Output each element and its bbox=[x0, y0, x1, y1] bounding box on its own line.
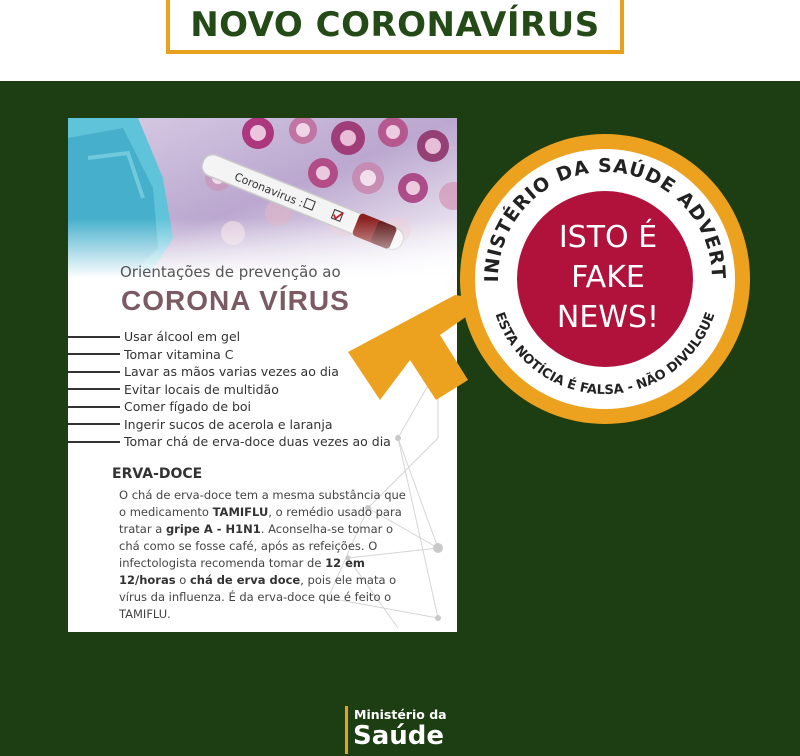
list-item: Evitar locais de multidão bbox=[68, 381, 391, 399]
stamp-message: ISTO É FAKE NEWS! bbox=[556, 220, 660, 335]
post-heading: CORONA VÍRUS bbox=[121, 285, 350, 316]
virus-photo: Coronavirus : bbox=[68, 118, 457, 278]
list-item: Tomar chá de erva-doce duas vezes ao dia bbox=[68, 433, 391, 451]
list-item: Comer fígado de boi bbox=[68, 398, 391, 416]
page-title: NOVO CORONAVÍRUS bbox=[190, 5, 600, 45]
logo-big-text: Saúde bbox=[353, 721, 445, 751]
post-subtitle: Orientações de prevenção ao bbox=[120, 263, 341, 281]
tips-list: Usar álcool em gel Tomar vitamina C Lava… bbox=[68, 328, 391, 451]
fake-news-post-image: Coronavirus : Orientações de prevenção a… bbox=[68, 118, 457, 632]
test-tube-illustration: Coronavirus : bbox=[68, 118, 457, 278]
title-box: NOVO CORONAVÍRUS bbox=[166, 0, 624, 54]
list-item: Lavar as mãos varias vezes ao dia bbox=[68, 363, 391, 381]
list-item: Ingerir sucos de acerola e laranja bbox=[68, 416, 391, 434]
logo-bar bbox=[345, 706, 348, 754]
list-item: Usar álcool em gel bbox=[68, 328, 391, 346]
list-item: Tomar vitamina C bbox=[68, 346, 391, 364]
erva-doce-title: ERVA-DOCE bbox=[112, 466, 203, 482]
logo-small-text: Ministério da bbox=[354, 707, 447, 722]
erva-doce-paragraph: O chá de erva-doce tem a mesma substânci… bbox=[119, 488, 406, 621]
